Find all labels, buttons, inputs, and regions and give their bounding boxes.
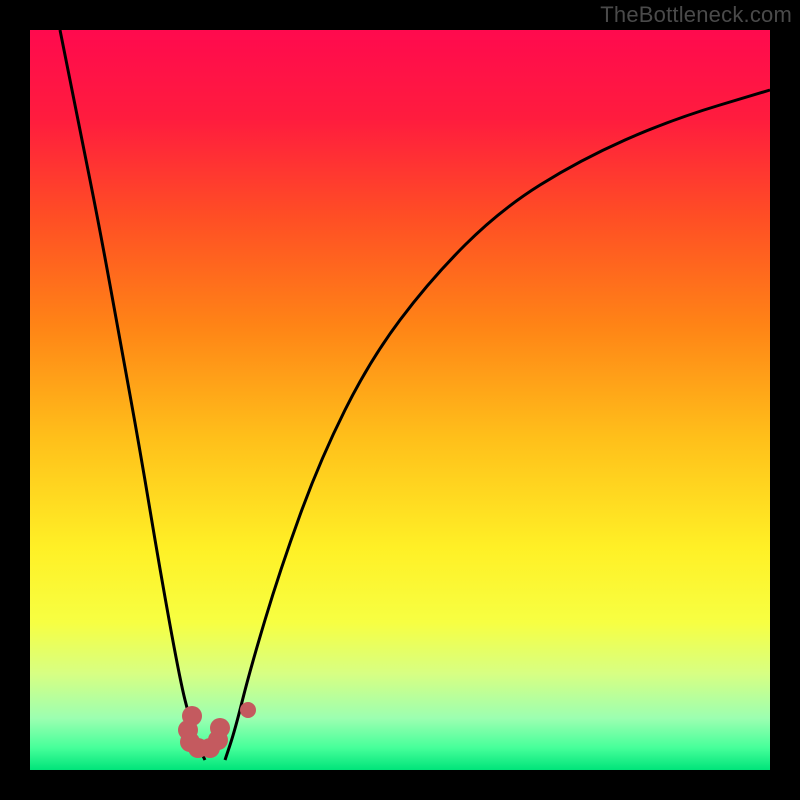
watermark-label: TheBottleneck.com <box>600 2 792 28</box>
outer-frame: TheBottleneck.com <box>0 0 800 800</box>
left-curve <box>60 30 205 760</box>
marker-group <box>178 702 256 758</box>
data-marker <box>240 702 256 718</box>
right-curve <box>225 90 770 760</box>
chart-curves <box>30 30 770 770</box>
plot-area <box>30 30 770 770</box>
data-marker <box>210 718 230 738</box>
